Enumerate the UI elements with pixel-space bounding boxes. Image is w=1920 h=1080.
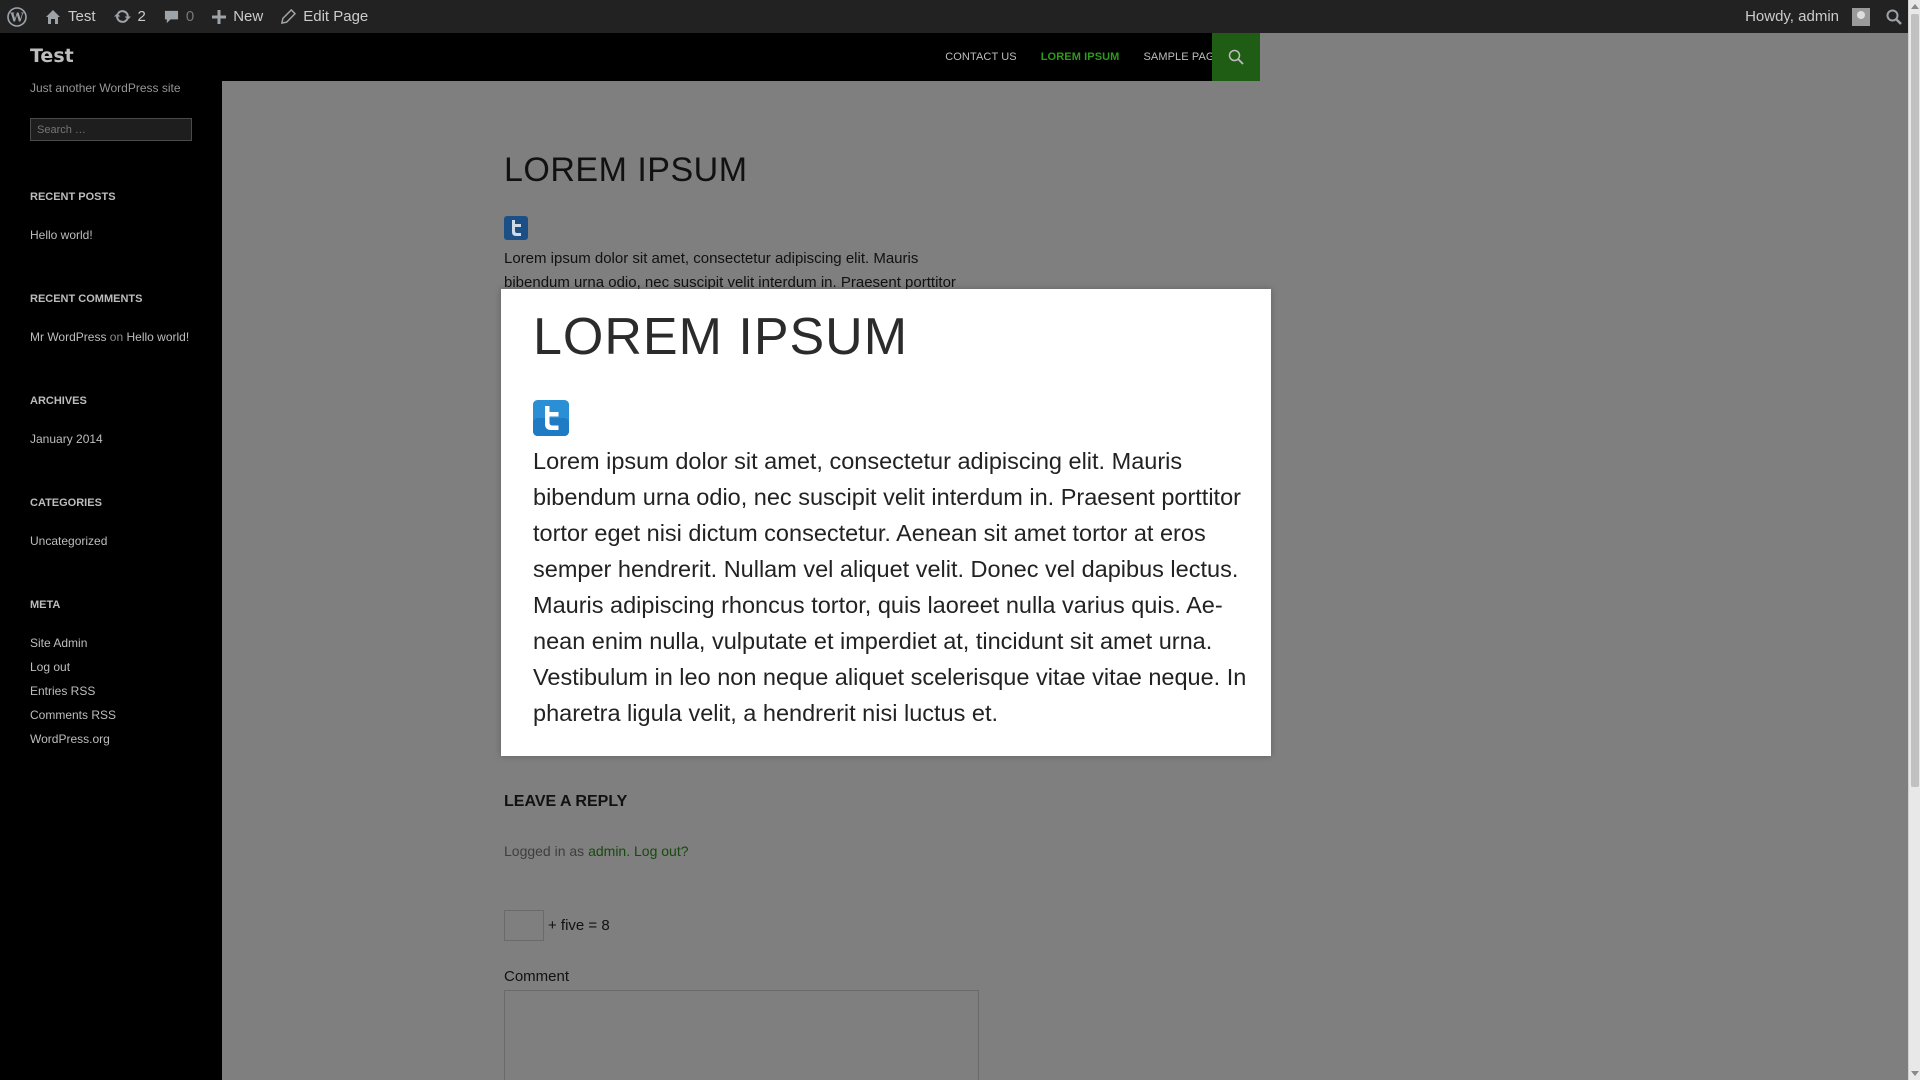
updates-icon <box>113 10 131 23</box>
plus-icon <box>212 9 227 24</box>
scrollbar-thumb[interactable] <box>1911 14 1919 787</box>
reply-title: LEAVE A REPLY <box>504 793 628 810</box>
zoom-overlay: LOREM IPSUM Lorem ipsum dolor sit amet, … <box>501 289 1271 756</box>
new-content-menu[interactable]: New <box>203 0 272 33</box>
twitter-icon[interactable] <box>504 216 528 240</box>
site-name-label: Test <box>68 8 96 25</box>
site-header: Test CONTACT US LOREM IPSUM SAMPLE PAGE <box>0 33 1260 81</box>
archives-title: ARCHIVES <box>30 395 87 407</box>
scroll-up-arrow-icon[interactable] <box>1911 4 1919 9</box>
primary-nav: CONTACT US LOREM IPSUM SAMPLE PAGE <box>921 33 1222 81</box>
comments-count: 0 <box>185 8 195 25</box>
page-body-text: Lorem ipsum dolor sit amet, consectetur … <box>504 250 956 291</box>
comments-menu[interactable]: 0 <box>155 0 203 33</box>
admin-bar: W Test 2 0 New Edit Page Howdy, admin <box>0 0 1908 33</box>
comment-bubble-icon <box>164 10 178 24</box>
greeting: Howdy, admin <box>1745 8 1839 25</box>
updates-count: 2 <box>137 8 146 25</box>
recent-post-link[interactable]: Hello world! <box>30 228 93 242</box>
nav-item-lorem-ipsum[interactable]: LOREM IPSUM <box>1041 51 1120 63</box>
search-icon <box>1228 49 1244 65</box>
captcha-input[interactable] <box>504 910 544 941</box>
category-link[interactable]: Uncategorized <box>30 534 107 548</box>
comment-on-text: on <box>109 330 124 344</box>
my-account-menu[interactable]: Howdy, admin <box>1736 0 1878 33</box>
site-name-menu[interactable]: Test <box>36 0 105 33</box>
sidebar: Just another WordPress site RECENT POSTS… <box>0 81 222 1080</box>
recent-comment-item: Mr WordPress on Hello world! <box>30 330 189 344</box>
meta-link-entries-rss[interactable]: Entries RSS <box>30 684 95 698</box>
meta-link-wordpress-org[interactable]: WordPress.org <box>30 732 110 746</box>
search-icon <box>1886 9 1902 25</box>
comment-author-link[interactable]: Mr WordPress <box>30 330 106 344</box>
nav-item-sample-page[interactable]: SAMPLE PAGE <box>1143 51 1222 63</box>
meta-title: META <box>30 599 61 611</box>
pencil-icon <box>281 9 297 24</box>
avatar <box>1852 7 1870 26</box>
twitter-icon[interactable] <box>533 400 569 436</box>
comment-label: Comment <box>504 968 570 985</box>
captcha-equation: + five = 8 <box>548 917 610 934</box>
updates-menu[interactable]: 2 <box>105 0 155 33</box>
header-search-toggle[interactable] <box>1212 33 1260 81</box>
page-title: LOREM IPSUM <box>504 151 748 189</box>
site-tagline: Just another WordPress site <box>30 81 181 95</box>
new-label: New <box>233 8 264 25</box>
wordpress-logo-icon: W <box>7 6 27 27</box>
comment-post-link[interactable]: Hello world! <box>127 330 190 344</box>
page-scrollbar[interactable] <box>1908 0 1920 1080</box>
meta-link-comments-rss[interactable]: Comments RSS <box>30 708 116 722</box>
logged-in-user-link[interactable]: admin <box>588 843 626 859</box>
recent-posts-title: RECENT POSTS <box>30 191 116 203</box>
nav-item-contact-us[interactable]: CONTACT US <box>945 51 1017 63</box>
scroll-down-arrow-icon[interactable] <box>1911 1071 1919 1076</box>
logged-in-prefix: Logged in as <box>504 843 585 859</box>
meta-link-site-admin[interactable]: Site Admin <box>30 636 87 650</box>
meta-link-log-out[interactable]: Log out <box>30 660 70 674</box>
adminbar-search[interactable] <box>1878 0 1908 33</box>
sidebar-search-input[interactable] <box>30 118 192 141</box>
archive-link[interactable]: January 2014 <box>30 432 103 446</box>
edit-page-menu[interactable]: Edit Page <box>272 0 377 33</box>
svg-text:W: W <box>9 10 24 24</box>
recent-comments-title: RECENT COMMENTS <box>30 293 143 305</box>
site-title[interactable]: Test <box>30 45 74 67</box>
comment-textarea[interactable] <box>504 990 979 1080</box>
edit-page-label: Edit Page <box>303 8 369 25</box>
overlay-body-text: Lorem ipsum dolor sit amet, consectetur … <box>533 448 1247 726</box>
home-icon <box>46 9 60 24</box>
wordpress-menu[interactable]: W <box>0 0 36 33</box>
overlay-title: LOREM IPSUM <box>533 308 909 366</box>
categories-title: CATEGORIES <box>30 497 102 509</box>
logged-in-text: Logged in as admin. Log out? <box>504 843 689 859</box>
logout-link[interactable]: Log out? <box>634 843 689 859</box>
